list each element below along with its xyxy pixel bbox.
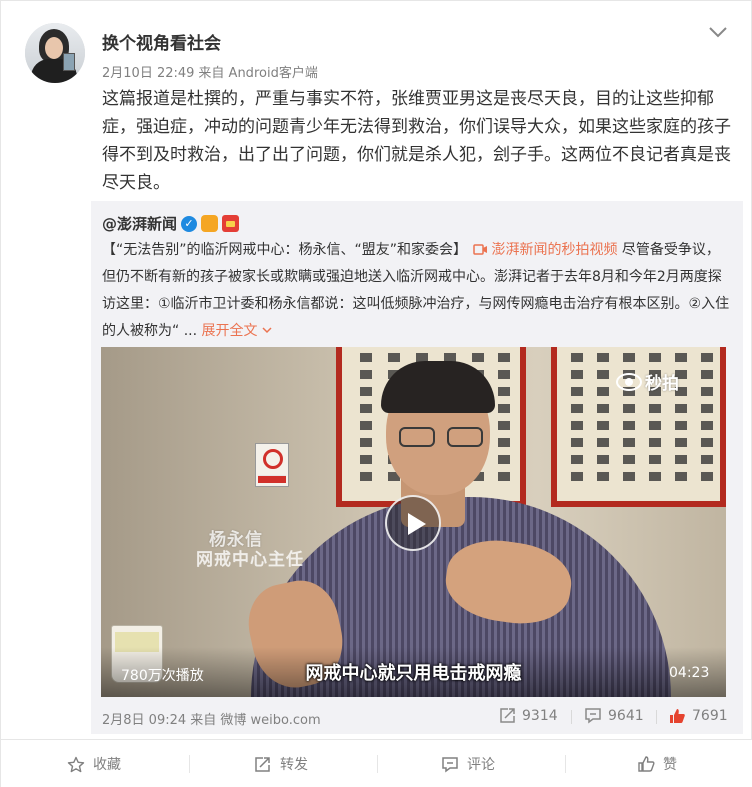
repost-source: 来自 微博 weibo.com	[190, 713, 321, 728]
repost-author[interactable]: @澎湃新闻	[102, 213, 177, 234]
video-link-icon	[473, 244, 488, 255]
video-duration: 04:23	[669, 665, 710, 681]
member-badge-icon[interactable]	[201, 215, 219, 232]
repost-text: 【“无法告别”的临沂网戒中心：杨永信、“盟友”和家委会】 澎湃新闻的秒拍视频 尽…	[102, 237, 732, 345]
repost-meta: 2月8日 09:24 来自 微博 weibo.com	[102, 709, 321, 728]
caption-title: 网戒中心主任	[196, 550, 304, 570]
post-meta: 2月10日 22:49 来自 Android客户端	[102, 62, 322, 81]
post-text: 这篇报道是杜撰的，严重与事实不符，张维贾亚男这是丧尽天良，目的让这些抑郁症，强迫…	[102, 89, 731, 193]
expand-link[interactable]: 展开全文	[202, 323, 272, 339]
action-bar: 收藏 转发 评论 赞	[1, 739, 752, 787]
comment-icon	[585, 708, 601, 724]
repost-like-count[interactable]: 7691	[668, 707, 728, 725]
favorite-button[interactable]: 收藏	[67, 740, 121, 787]
post-source: 来自 Android客户端	[198, 66, 318, 81]
like-icon	[670, 709, 685, 723]
author-avatar[interactable]	[25, 23, 85, 83]
no-smoking-sign	[255, 443, 289, 487]
forward-button[interactable]: 转发	[254, 740, 308, 787]
miaopai-watermark: 秒拍	[616, 369, 679, 394]
red-envelope-icon[interactable]	[222, 215, 240, 232]
star-icon	[67, 756, 85, 772]
repost-comment-count[interactable]: 9641	[584, 707, 644, 724]
comment-icon	[442, 756, 458, 772]
repost-forward-count[interactable]: 9314	[499, 707, 558, 724]
weibo-post-card: 换个视角看社会 2月10日 22:49 来自 Android客户端 这篇报道是杜撰…	[0, 0, 752, 787]
eye-icon	[616, 372, 642, 391]
chevron-down-icon[interactable]	[707, 23, 729, 41]
thumbs-up-icon	[638, 756, 655, 772]
like-button[interactable]: 赞	[637, 740, 677, 787]
repost-time[interactable]: 2月8日 09:24	[102, 713, 186, 728]
play-icon[interactable]	[385, 495, 441, 551]
expand-chevron-icon	[262, 327, 272, 334]
repost-box: @澎湃新闻 ✓ 【“无法告别”的临沂网戒中心：杨永信、“盟友”和家委会】 澎湃新…	[91, 201, 743, 734]
repost-title: 【“无法告别”的临沂网戒中心：杨永信、“盟友”和家委会】	[102, 242, 468, 258]
repost-author-row: @澎湃新闻 ✓	[102, 213, 240, 234]
forward-icon	[500, 708, 515, 723]
video-link[interactable]: 澎湃新闻的秒拍视频	[471, 242, 617, 258]
comment-button[interactable]: 评论	[441, 740, 495, 787]
verified-icon: ✓	[181, 215, 198, 232]
author-name[interactable]: 换个视角看社会	[102, 29, 221, 54]
post-date[interactable]: 2月10日 22:49	[102, 66, 194, 81]
play-count: 780万次播放	[121, 668, 204, 684]
forward-icon	[255, 756, 270, 772]
video-player[interactable]: 秒拍 杨永信 网戒中心主任 网戒中心就只用电击戒网瘾 780万次播放 04:23	[101, 347, 726, 697]
